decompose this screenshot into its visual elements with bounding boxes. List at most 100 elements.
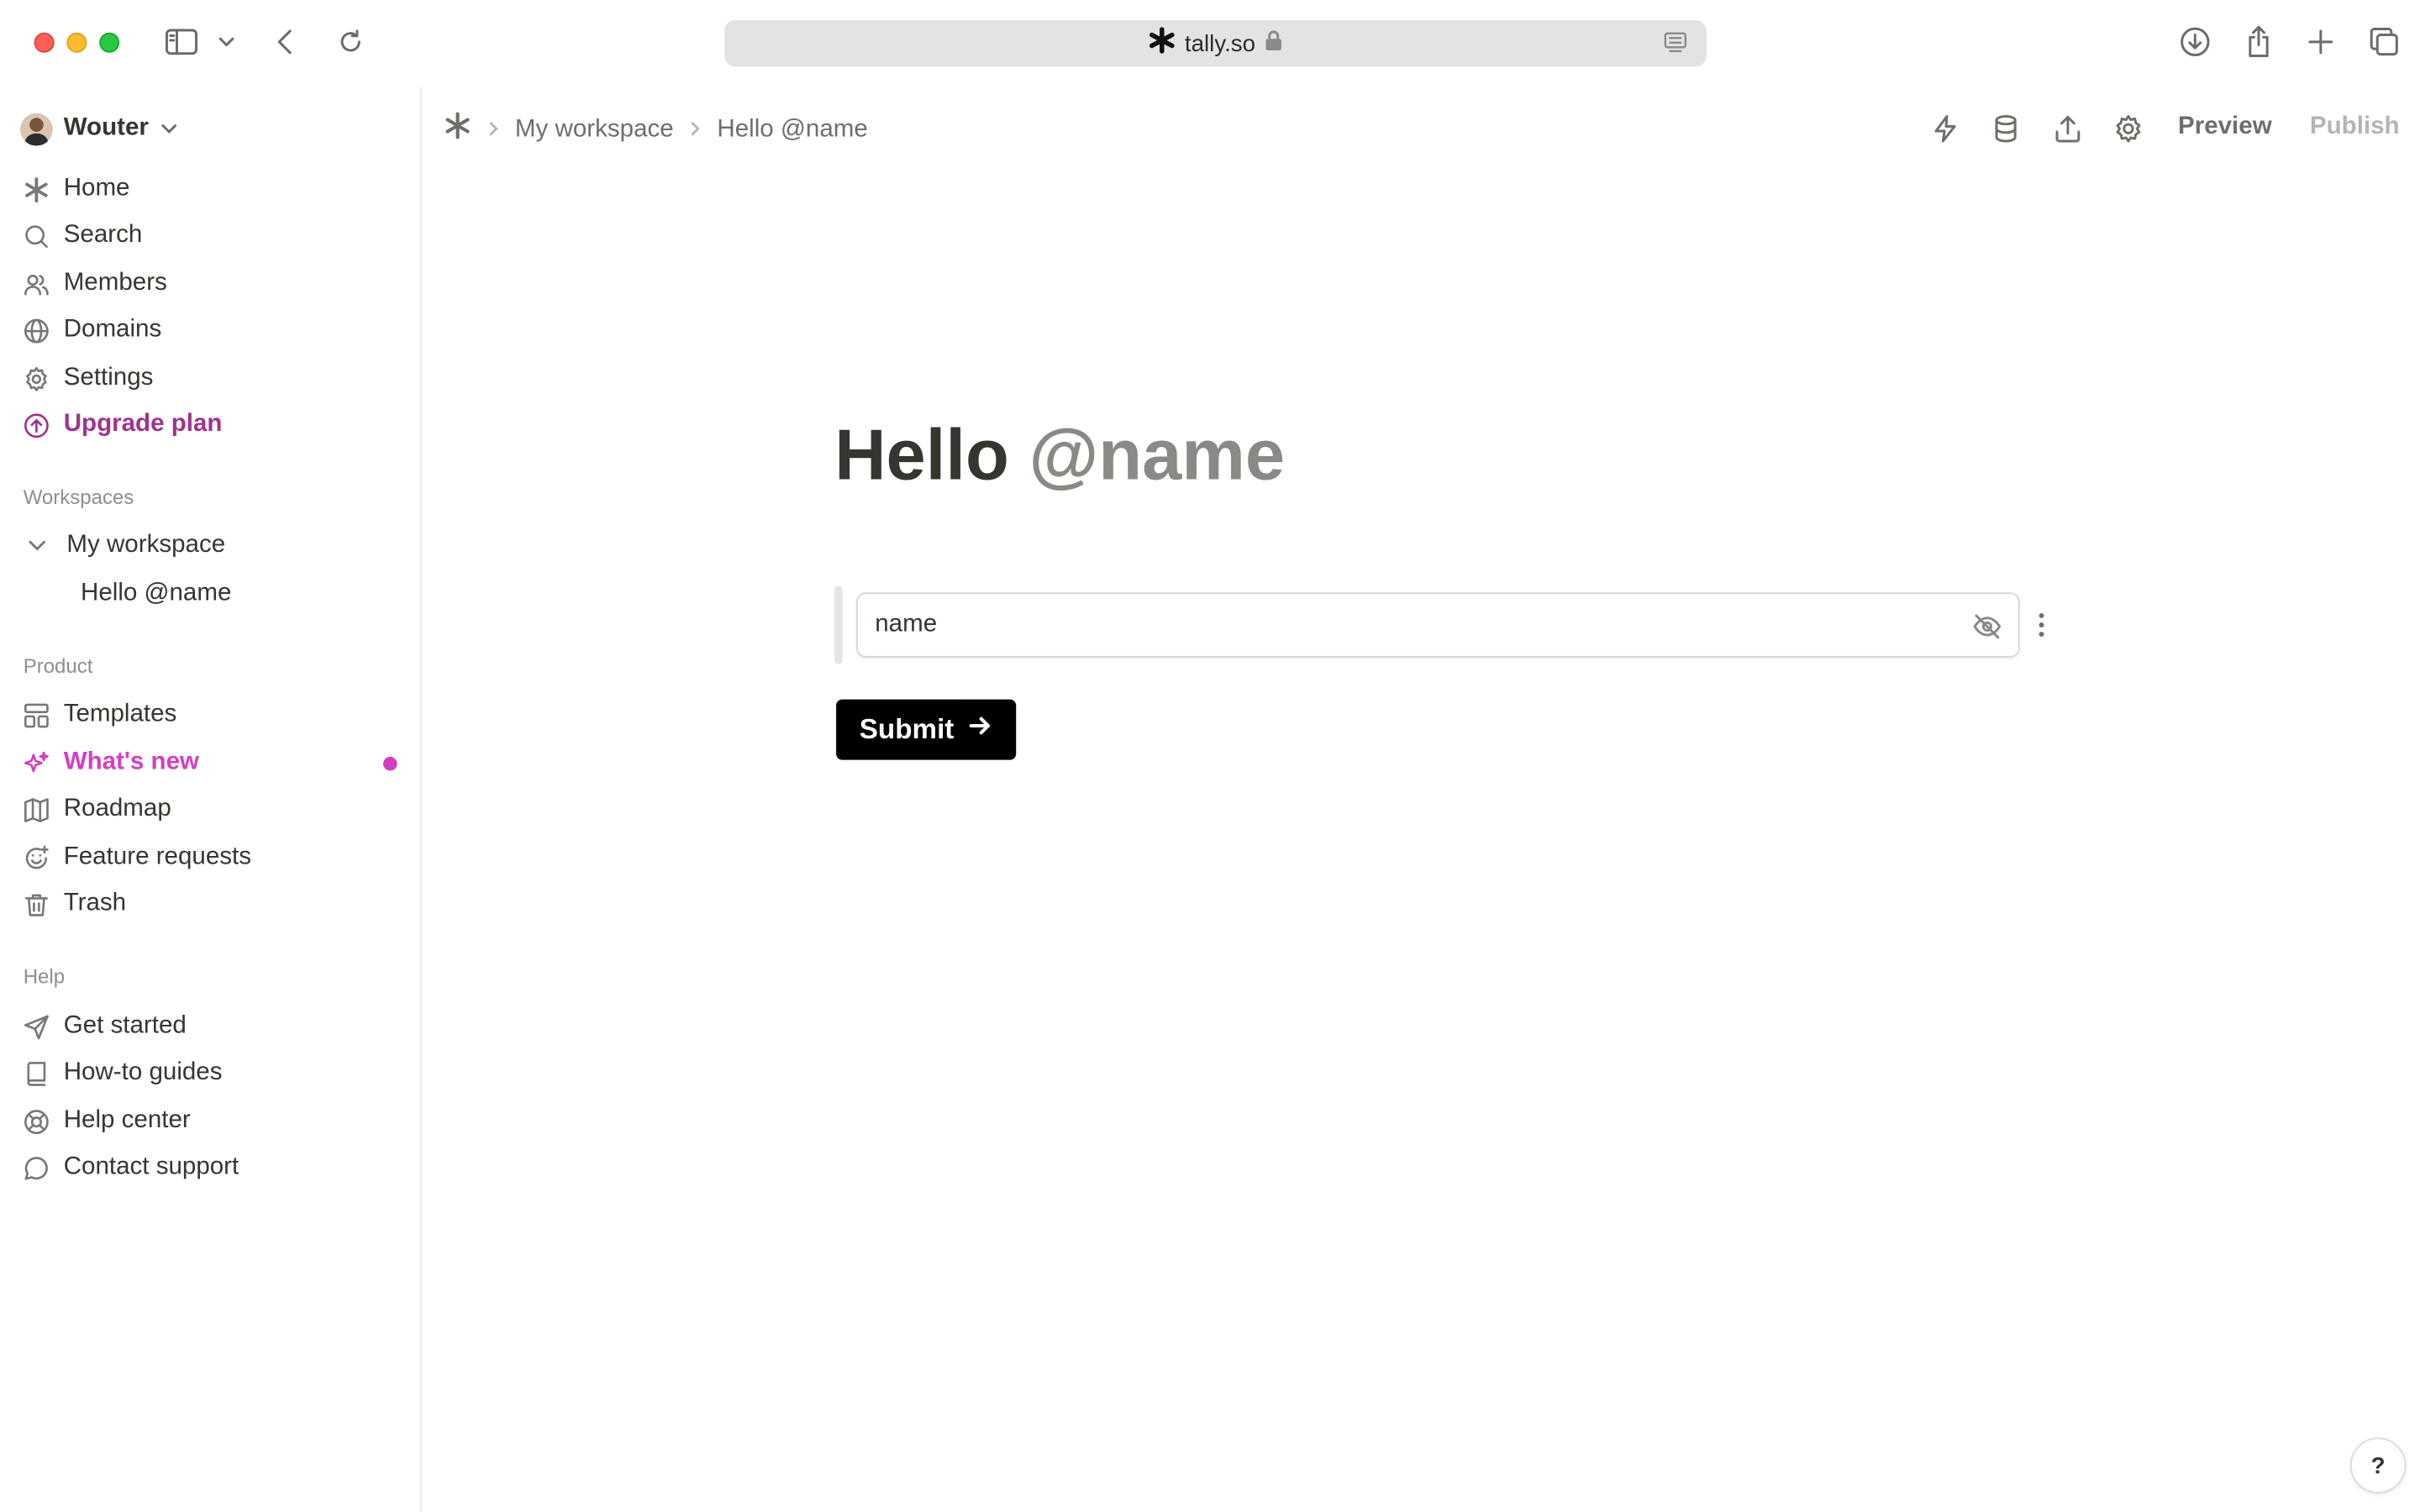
sidebar-toggle-icon[interactable] — [161, 22, 202, 62]
block-focus-indicator — [834, 585, 843, 664]
sidebar-item-domains[interactable]: Domains — [24, 312, 403, 349]
sidebar-item-home[interactable]: Home — [24, 171, 403, 207]
sidebar-item-label: Upgrade plan — [63, 411, 223, 438]
sidebar-item-help-center[interactable]: Help center — [24, 1103, 403, 1140]
sidebar-item-my-workspace[interactable]: My workspace — [26, 532, 225, 559]
gear-icon[interactable] — [2112, 113, 2144, 144]
sidebar-item-label: Feature requests — [63, 843, 251, 870]
globe-icon — [24, 318, 49, 343]
search-icon — [25, 224, 48, 248]
sidebar-item-trash[interactable]: Trash — [24, 885, 403, 922]
submit-button[interactable]: Submit — [836, 699, 1017, 760]
trash-icon — [24, 893, 48, 916]
sidebar: Wouter Home Search Members Domains Setti… — [0, 87, 423, 1512]
sidebar-item-get-started[interactable]: Get started — [24, 1008, 403, 1045]
name-input-field[interactable]: name — [856, 592, 2020, 658]
sidebar-item-label: Get started — [63, 1012, 187, 1039]
user-name: Wouter — [63, 114, 149, 142]
workspaces-heading: Workspaces — [23, 485, 134, 509]
help-button[interactable]: ? — [2349, 1437, 2407, 1494]
user-menu[interactable]: Wouter — [20, 112, 178, 146]
sparkle-icon — [24, 750, 49, 772]
back-icon[interactable] — [266, 22, 306, 62]
sidebar-item-label: What's new — [63, 748, 200, 776]
form-title-text: Hello — [834, 413, 1009, 495]
sidebar-item-upgrade-plan[interactable]: Upgrade plan — [24, 407, 403, 444]
close-window-button[interactable] — [34, 32, 55, 53]
sidebar-item-label: Contact support — [63, 1153, 239, 1180]
sidebar-item-label: Members — [63, 270, 167, 297]
block-options-icon[interactable] — [2031, 610, 2053, 641]
publish-button[interactable]: Publish — [2310, 113, 2400, 141]
url-text: tally.so — [1184, 30, 1256, 57]
tabs-overview-icon[interactable] — [2365, 22, 2405, 62]
database-icon[interactable] — [1991, 113, 2022, 144]
arrow-right-icon — [968, 713, 993, 746]
members-icon — [24, 274, 49, 295]
breadcrumb-separator-icon — [689, 117, 702, 142]
map-icon — [24, 797, 49, 822]
upgrade-icon — [24, 412, 49, 438]
sidebar-item-members[interactable]: Members — [24, 265, 403, 302]
sidebar-item-how-to-guides[interactable]: How-to guides — [24, 1054, 403, 1091]
breadcrumb-separator-icon — [487, 117, 500, 142]
chat-icon — [24, 1156, 48, 1179]
help-heading: Help — [23, 964, 66, 989]
sidebar-item-label: Domains — [63, 316, 162, 344]
sidebar-item-form-hello-name[interactable]: Hello @name — [81, 580, 231, 607]
sidebar-item-label: Trash — [63, 890, 127, 917]
sidebar-item-label: Help center — [63, 1107, 191, 1134]
preview-button[interactable]: Preview — [2178, 113, 2272, 141]
sidebar-item-contact-support[interactable]: Contact support — [24, 1149, 403, 1186]
submit-label: Submit — [859, 713, 955, 745]
field-value: name — [875, 611, 938, 638]
editor-topbar: My workspace Hello @name Preview Publish — [422, 87, 2420, 171]
sidebar-item-label: Roadmap — [63, 795, 171, 822]
chevron-down-icon[interactable] — [208, 22, 245, 62]
book-icon — [27, 1061, 46, 1085]
sidebar-item-label: Settings — [63, 364, 154, 391]
sidebar-item-templates[interactable]: Templates — [24, 696, 403, 733]
address-bar[interactable]: tally.so — [724, 20, 1707, 67]
chevron-down-icon — [29, 540, 46, 551]
tally-favicon-icon — [1148, 26, 1176, 60]
sidebar-item-roadmap[interactable]: Roadmap — [24, 791, 403, 828]
templates-icon — [24, 702, 49, 727]
new-tab-icon[interactable] — [2301, 22, 2341, 62]
new-indicator-dot — [383, 756, 397, 771]
feature-request-icon — [25, 844, 49, 869]
sidebar-item-settings[interactable]: Settings — [24, 360, 403, 396]
form-title[interactable]: Hello @name — [834, 412, 1285, 496]
gear-icon — [26, 366, 47, 391]
sidebar-item-label: How-to guides — [63, 1058, 223, 1086]
browser-toolbar: tally.so — [0, 0, 2420, 87]
lifebuoy-icon — [24, 1109, 49, 1134]
breadcrumb: My workspace Hello @name — [444, 112, 868, 147]
share-icon[interactable] — [2238, 22, 2279, 62]
lock-icon — [1265, 29, 1283, 57]
form-title-mention: @name — [1028, 413, 1286, 495]
workspace-name: My workspace — [66, 532, 226, 559]
send-icon — [24, 1014, 49, 1039]
tally-logo-icon — [25, 176, 48, 202]
zoom-window-button[interactable] — [99, 32, 120, 53]
sidebar-item-search[interactable]: Search — [24, 217, 403, 254]
integrations-icon[interactable] — [1930, 113, 1961, 144]
minimize-window-button[interactable] — [66, 32, 87, 53]
chevron-down-icon — [160, 115, 178, 143]
reader-icon[interactable] — [1663, 31, 1688, 62]
eye-off-icon[interactable] — [1971, 611, 2002, 649]
breadcrumb-workspace[interactable]: My workspace — [515, 116, 674, 144]
sidebar-item-label: Search — [63, 222, 143, 249]
product-heading: Product — [23, 654, 93, 678]
download-icon[interactable] — [2175, 22, 2215, 62]
sidebar-item-label: Templates — [63, 701, 177, 727]
tally-home-icon[interactable] — [444, 112, 471, 147]
sidebar-item-label: Home — [63, 175, 130, 202]
sidebar-item-whats-new[interactable]: What's new — [24, 744, 403, 781]
reload-icon[interactable] — [330, 22, 371, 62]
sidebar-item-feature-requests[interactable]: Feature requests — [24, 839, 403, 876]
share-icon[interactable] — [2052, 113, 2083, 144]
breadcrumb-form[interactable]: Hello @name — [717, 116, 867, 144]
avatar — [20, 112, 53, 145]
